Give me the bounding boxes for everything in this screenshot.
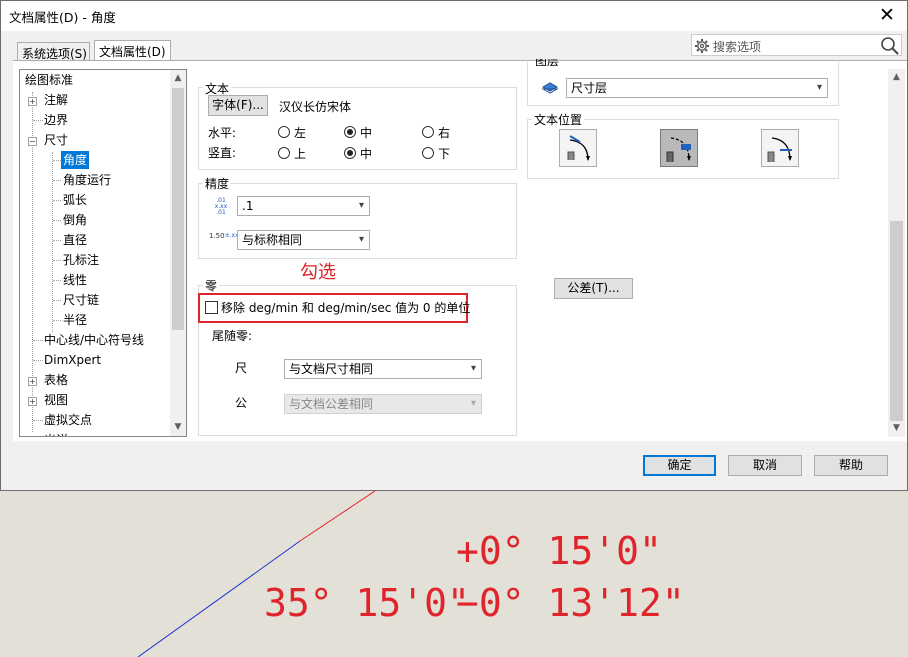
text-position-solid-leader-aligned-button[interactable] [559, 129, 597, 167]
layer-group-title: 图层 [535, 59, 560, 66]
primary-precision-icon: .01 x.xx .01 [214, 197, 228, 216]
tree-scrollbar[interactable]: ▲ ▼ [170, 70, 186, 436]
document-properties-dialog: 文档属性(D) - 角度 ✕ 系统选项(S) 文档属性(D) 搜索选项 绘图标准… [0, 0, 908, 491]
radio-vertical-top[interactable] [278, 147, 290, 159]
tree-item-linear[interactable]: 线性 [63, 271, 87, 289]
font-button[interactable]: 字体(F)... [208, 95, 268, 116]
tree-item-dimensions[interactable]: 尺寸 [44, 131, 68, 149]
tree-item-views[interactable]: 视图 [44, 391, 68, 409]
lower-tolerance-text: −0° 13'12" [456, 581, 685, 625]
tolerance-precision-select[interactable]: 与标称相同 ▾ [237, 230, 370, 250]
tree-item-dimxpert[interactable]: DimXpert [44, 351, 101, 369]
primary-precision-select[interactable]: .1 ▾ [237, 196, 370, 216]
text-position-solid-leader-horizontal-button[interactable] [761, 129, 799, 167]
trailing-dimensions-select[interactable]: 与文档尺寸相同 ▾ [284, 359, 482, 379]
radio-horizontal-left[interactable] [278, 126, 290, 138]
nominal-angle-text: 35° 15'0" [264, 581, 470, 625]
chevron-down-icon: ▾ [470, 398, 476, 409]
tolerance-precision-icon: 1.50±.xx [209, 232, 239, 240]
expand-icon[interactable]: + [28, 97, 37, 106]
scroll-down-icon[interactable]: ▼ [888, 423, 905, 433]
main-scrollbar[interactable]: ▲ ▼ [888, 69, 905, 437]
radio-vertical-middle[interactable] [344, 147, 356, 159]
category-tree: 绘图标准 + 注解 边界 − 尺寸 角度 角度运行 弧长 倒角 直径 孔标注 线… [19, 69, 187, 437]
ok-button[interactable]: 确定 [643, 455, 716, 476]
layer-icon [541, 82, 559, 94]
tree-item-centerlines[interactable]: 中心线/中心符号线 [44, 331, 144, 349]
search-input[interactable]: 搜索选项 [691, 34, 902, 56]
tree-item-borders[interactable]: 边界 [44, 111, 68, 129]
scroll-down-icon[interactable]: ▼ [170, 422, 186, 432]
tree-item-angle[interactable]: 角度 [61, 151, 90, 169]
text-position-inline-icon [767, 137, 792, 162]
tolerance-button[interactable]: 公差(T)... [554, 278, 633, 299]
radio-horizontal-center[interactable] [344, 126, 356, 138]
trailing-tolerances-select: 与文档公差相同 ▾ [284, 394, 482, 414]
text-position-title: 文本位置 [532, 111, 585, 128]
radio-label: 左 [294, 126, 307, 140]
trailing-dimensions-label: 尺 [235, 361, 248, 375]
precision-group-title: 精度 [203, 175, 232, 192]
search-placeholder: 搜索选项 [713, 40, 762, 54]
tree-item-radius[interactable]: 半径 [63, 311, 87, 329]
radio-label: 下 [438, 147, 451, 161]
dimension-extension-lines [137, 491, 376, 657]
tree-item-virtual-sharps[interactable]: 虚拟交点 [44, 411, 92, 429]
tab-document-properties[interactable]: 文档属性(D) [94, 40, 171, 61]
text-position-horizontal-icon [666, 137, 691, 162]
radio-label: 右 [438, 126, 451, 140]
scroll-up-icon[interactable]: ▲ [888, 72, 905, 82]
annotation-check-hint: 勾选 [300, 262, 336, 283]
trailing-tolerances-label: 公 [235, 396, 248, 410]
tree-item-chain[interactable]: 尺寸链 [63, 291, 99, 309]
chevron-down-icon: ▾ [470, 363, 476, 374]
radio-label: 中 [360, 126, 373, 140]
tree-item-hole-callout[interactable]: 孔标注 [63, 251, 99, 269]
vertical-label: 竖直: [208, 146, 237, 160]
search-icon[interactable] [880, 36, 900, 56]
radio-vertical-bottom[interactable] [422, 147, 434, 159]
horizontal-label: 水平: [208, 126, 237, 140]
scroll-thumb[interactable] [172, 88, 184, 330]
expand-icon[interactable]: + [28, 397, 37, 406]
tree-item-tables[interactable]: 表格 [44, 371, 68, 389]
upper-tolerance-text: +0° 15'0" [456, 529, 662, 573]
font-name: 汉仪长仿宋体 [279, 100, 352, 114]
text-position-aligned-icon [567, 135, 590, 161]
radio-label: 上 [294, 147, 307, 161]
drawing-canvas: +0° 15'0" 35° 15'0" −0° 13'12" [0, 491, 908, 657]
layer-select[interactable]: 尺寸层 ▾ [566, 78, 828, 98]
chevron-down-icon: ▾ [358, 234, 364, 245]
tree-item-diameter[interactable]: 直径 [63, 231, 87, 249]
expand-icon[interactable]: + [28, 377, 37, 386]
tree-item-drawing-standard[interactable]: 绘图标准 [25, 71, 73, 89]
gear-icon [695, 39, 709, 53]
zeros-group-title: 零 [203, 277, 220, 294]
text-position-broken-leader-horizontal-button[interactable] [660, 129, 698, 167]
remove-zero-units-checkbox[interactable] [205, 301, 218, 314]
tree-item-detailing[interactable]: 出详 [44, 431, 68, 436]
radio-horizontal-right[interactable] [422, 126, 434, 138]
tree-item-arc-length[interactable]: 弧长 [63, 191, 87, 209]
title-bar: 文档属性(D) - 角度 ✕ [1, 1, 907, 31]
remove-zero-units-label: 移除 deg/min 和 deg/min/sec 值为 0 的单位 [221, 301, 471, 315]
collapse-icon[interactable]: − [28, 137, 37, 146]
tree-item-angle-running[interactable]: 角度运行 [63, 171, 111, 189]
cancel-button[interactable]: 取消 [728, 455, 802, 476]
trailing-zeros-label: 尾随零: [212, 329, 253, 343]
close-icon[interactable]: ✕ [875, 3, 899, 27]
help-button[interactable]: 帮助 [814, 455, 888, 476]
window-title: 文档属性(D) - 角度 [9, 10, 116, 25]
chevron-down-icon: ▾ [358, 200, 364, 211]
tree-item-chamfer[interactable]: 倒角 [63, 211, 87, 229]
tab-system-options[interactable]: 系统选项(S) [17, 42, 90, 61]
scroll-up-icon[interactable]: ▲ [170, 73, 186, 83]
tree-item-annotations[interactable]: 注解 [44, 91, 68, 109]
chevron-down-icon: ▾ [816, 82, 822, 93]
radio-label: 中 [360, 147, 373, 161]
scroll-thumb[interactable] [890, 221, 903, 421]
